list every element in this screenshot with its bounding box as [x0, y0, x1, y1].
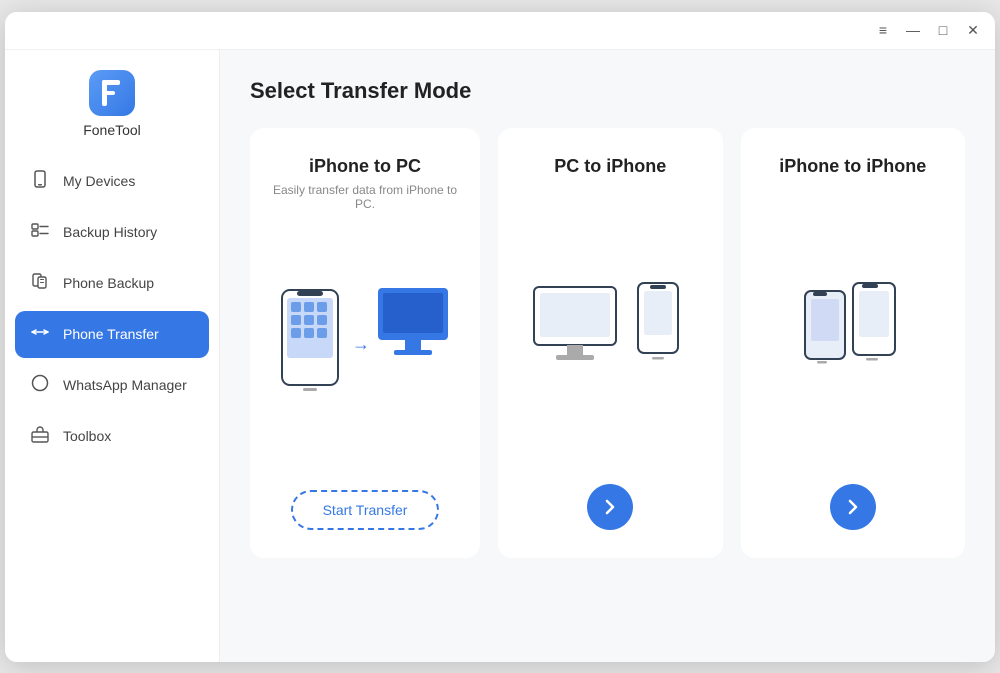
sidebar-item-label-phone-transfer: Phone Transfer: [63, 326, 159, 342]
main-layout: FoneTool My Devices: [5, 50, 995, 662]
iphone-to-pc-title: iPhone to PC: [309, 156, 421, 177]
menu-button[interactable]: ≡: [875, 22, 891, 38]
backup-history-icon: [29, 220, 51, 245]
iphone-to-pc-desc: Easily transfer data from iPhone to PC.: [270, 183, 460, 211]
iphone-to-iphone-title: iPhone to iPhone: [779, 156, 926, 177]
content-area: Select Transfer Mode iPhone to PC Easily…: [220, 50, 995, 662]
minimize-button[interactable]: —: [905, 22, 921, 38]
page-title: Select Transfer Mode: [250, 78, 965, 104]
logo-icon: [89, 70, 135, 116]
sidebar: FoneTool My Devices: [5, 50, 220, 662]
sidebar-item-my-devices[interactable]: My Devices: [15, 158, 209, 205]
sidebar-item-phone-transfer[interactable]: Phone Transfer: [15, 311, 209, 358]
sidebar-item-label-backup-history: Backup History: [63, 224, 157, 240]
iphone-to-iphone-card: iPhone to iPhone: [741, 128, 966, 558]
maximize-button[interactable]: □: [935, 22, 951, 38]
logo-text: FoneTool: [83, 122, 141, 138]
sidebar-item-backup-history[interactable]: Backup History: [15, 209, 209, 256]
pc-to-iphone-action: [587, 484, 633, 530]
whatsapp-manager-icon: [29, 373, 51, 398]
iphone-to-iphone-action: [830, 484, 876, 530]
pc-to-iphone-card: PC to iPhone: [498, 128, 723, 558]
app-window: ≡ — □ ✕ FoneTool: [5, 12, 995, 662]
logo-area: FoneTool: [5, 60, 219, 158]
sidebar-item-label-toolbox: Toolbox: [63, 428, 111, 444]
cards-row: iPhone to PC Easily transfer data from i…: [250, 128, 965, 558]
pc-to-iphone-illustration: [518, 203, 703, 464]
iphone-to-pc-illustration: →: [270, 231, 460, 470]
svg-text:→: →: [352, 334, 370, 354]
my-devices-icon: [29, 169, 51, 194]
title-bar: ≡ — □ ✕: [5, 12, 995, 50]
sidebar-item-label-phone-backup: Phone Backup: [63, 275, 154, 291]
phone-backup-icon: [29, 271, 51, 296]
iphone-to-iphone-arrow-button[interactable]: [830, 484, 876, 530]
iphone-to-iphone-illustration: [761, 203, 946, 464]
sidebar-item-label-whatsapp-manager: WhatsApp Manager: [63, 377, 187, 393]
sidebar-item-label-my-devices: My Devices: [63, 173, 135, 189]
phone-transfer-icon: [29, 322, 51, 347]
sidebar-item-whatsapp-manager[interactable]: WhatsApp Manager: [15, 362, 209, 409]
close-button[interactable]: ✕: [965, 22, 981, 38]
start-transfer-button[interactable]: Start Transfer: [291, 490, 440, 530]
iphone-to-pc-action: Start Transfer: [291, 490, 440, 530]
sidebar-item-phone-backup[interactable]: Phone Backup: [15, 260, 209, 307]
iphone-to-pc-card: iPhone to PC Easily transfer data from i…: [250, 128, 480, 558]
nav-menu: My Devices Backup History: [5, 158, 219, 662]
pc-to-iphone-title: PC to iPhone: [554, 156, 666, 177]
pc-to-iphone-arrow-button[interactable]: [587, 484, 633, 530]
toolbox-icon: [29, 424, 51, 449]
sidebar-item-toolbox[interactable]: Toolbox: [15, 413, 209, 460]
